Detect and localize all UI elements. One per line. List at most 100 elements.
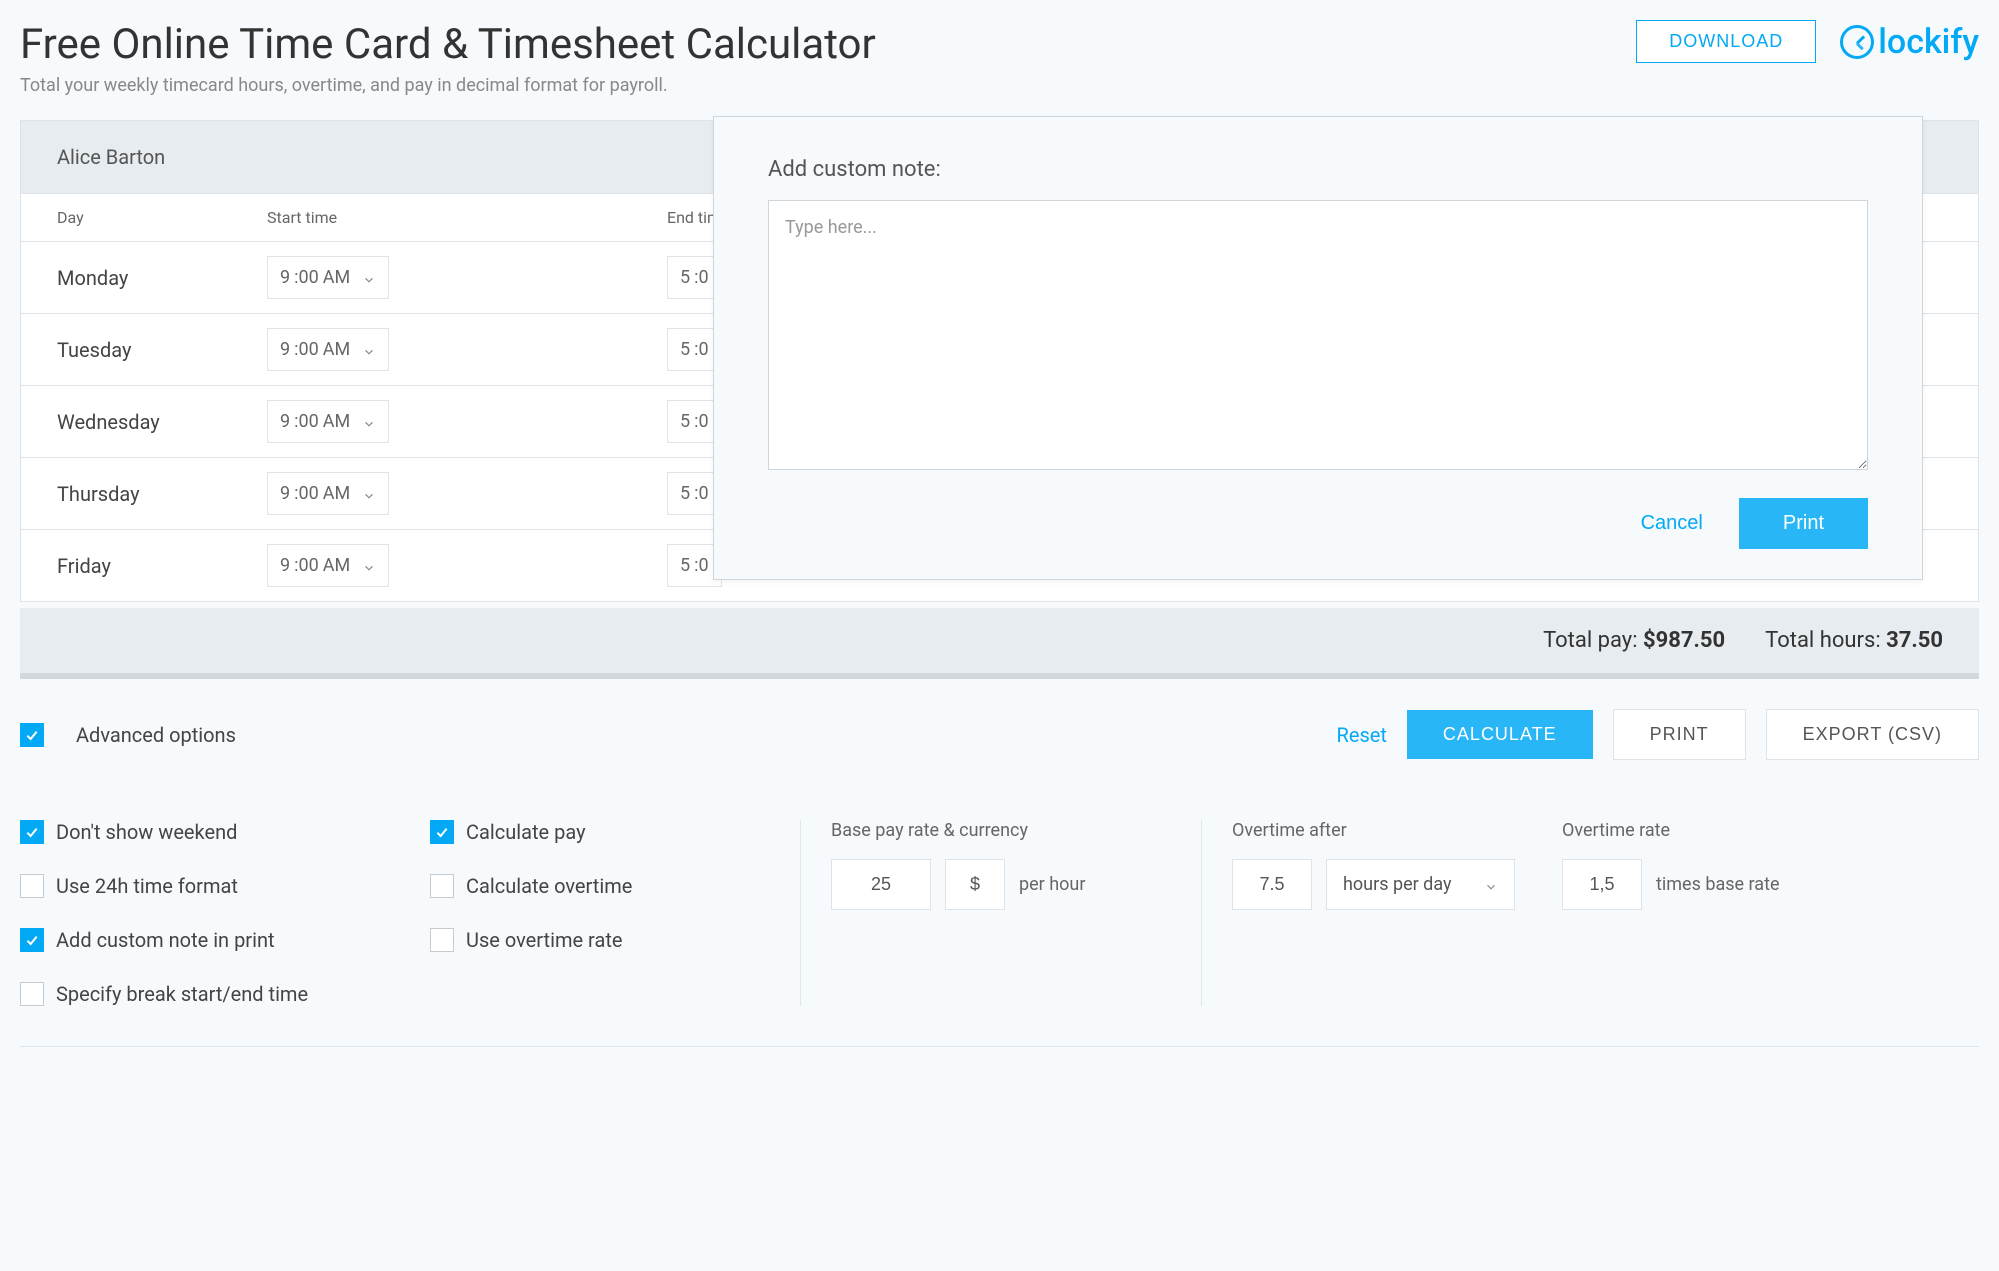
use-24h-label: Use 24h time format [56,874,238,898]
modal-title: Add custom note: [768,157,1868,182]
base-rate-input[interactable] [831,859,931,910]
hour-value: 5 [680,555,690,576]
use-overtime-rate-label: Use overtime rate [466,928,622,952]
chevron-down-icon [1484,878,1498,892]
calculate-pay-label: Calculate pay [466,820,586,844]
base-rate-label: Base pay rate & currency [831,820,1171,841]
calculate-overtime-label: Calculate overtime [466,874,632,898]
day-label: Wednesday [57,410,267,434]
check-icon [24,824,40,840]
specify-break-label: Specify break start/end time [56,982,308,1006]
custom-note-modal: Add custom note: Cancel Print [713,116,1923,580]
hour-value: 5 [680,411,690,432]
minute-value: :0 [694,483,708,504]
dont-show-weekend-checkbox[interactable] [20,820,44,844]
use-24h-checkbox[interactable] [20,874,44,898]
brand-text: lockify [1878,22,1979,62]
ampm-value: AM [323,339,350,360]
ampm-value: AM [323,555,350,576]
hour-value: 9 [280,267,290,288]
check-icon [24,727,40,743]
advanced-options-panel: Don't show weekend Use 24h time format A… [20,820,1979,1047]
calculate-button[interactable]: CALCULATE [1407,710,1593,759]
page-subtitle: Total your weekly timecard hours, overti… [20,75,876,96]
total-hours-value: 37.50 [1886,628,1943,653]
minute-value: :0 [694,411,708,432]
add-note-checkbox[interactable] [20,928,44,952]
col-start: Start time [267,208,667,227]
hour-value: 5 [680,483,690,504]
check-icon [434,824,450,840]
dont-show-weekend-label: Don't show weekend [56,820,237,844]
use-overtime-rate-checkbox[interactable] [430,928,454,952]
ampm-value: AM [323,267,350,288]
ot-rate-input[interactable] [1562,859,1642,910]
ot-rate-suffix: times base rate [1656,874,1780,895]
total-pay-label: Total pay: [1543,628,1637,653]
day-label: Monday [57,266,267,290]
minute-value: :00 [294,555,319,576]
topbar: Free Online Time Card & Timesheet Calcul… [20,20,1979,96]
hour-value: 9 [280,339,290,360]
advanced-options-label: Advanced options [76,723,236,747]
col-day: Day [57,208,267,227]
minute-value: :00 [294,483,319,504]
start-time-input[interactable]: 9 :00 AM [267,256,389,299]
actions-row: Advanced options Reset CALCULATE PRINT E… [20,709,1979,760]
start-time-input[interactable]: 9 :00 AM [267,544,389,587]
reset-link[interactable]: Reset [1337,723,1387,747]
ot-after-label: Overtime after [1232,820,1532,841]
advanced-options-checkbox[interactable] [20,723,44,747]
start-time-input[interactable]: 9 :00 AM [267,472,389,515]
hour-value: 5 [680,339,690,360]
ot-after-unit-value: hours per day [1343,874,1452,895]
page-title: Free Online Time Card & Timesheet Calcul… [20,20,876,69]
ot-after-input[interactable] [1232,859,1312,910]
calculate-pay-checkbox[interactable] [430,820,454,844]
download-button[interactable]: DOWNLOAD [1636,20,1816,63]
ampm-value: AM [323,411,350,432]
total-hours-label: Total hours: [1765,628,1881,653]
chevron-down-icon [362,487,376,501]
minute-value: :00 [294,267,319,288]
total-pay-value: $987.50 [1643,628,1725,653]
currency-input[interactable] [945,859,1005,910]
hour-value: 9 [280,411,290,432]
separator [20,673,1979,679]
calculate-overtime-checkbox[interactable] [430,874,454,898]
chevron-down-icon [362,415,376,429]
hour-value: 9 [280,483,290,504]
minute-value: :0 [694,555,708,576]
clock-icon [1840,25,1874,59]
minute-value: :0 [694,339,708,360]
modal-print-button[interactable]: Print [1739,498,1868,549]
minute-value: :00 [294,339,319,360]
add-note-label: Add custom note in print [56,928,275,952]
note-textarea[interactable] [768,200,1868,470]
day-label: Tuesday [57,338,267,362]
hour-value: 9 [280,555,290,576]
clockify-logo: lockify [1840,22,1979,62]
start-time-input[interactable]: 9 :00 AM [267,328,389,371]
minute-value: :00 [294,411,319,432]
start-time-input[interactable]: 9 :00 AM [267,400,389,443]
ampm-value: AM [323,483,350,504]
print-button[interactable]: PRINT [1613,709,1746,760]
divider [800,820,801,1006]
check-icon [24,932,40,948]
export-csv-button[interactable]: EXPORT (CSV) [1766,709,1979,760]
day-label: Friday [57,554,267,578]
ot-after-unit-select[interactable]: hours per day [1326,859,1515,910]
specify-break-checkbox[interactable] [20,982,44,1006]
day-label: Thursday [57,482,267,506]
chevron-down-icon [362,559,376,573]
hour-value: 5 [680,267,690,288]
ot-rate-label: Overtime rate [1562,820,1780,841]
per-hour-text: per hour [1019,874,1085,895]
cancel-button[interactable]: Cancel [1641,512,1703,535]
chevron-down-icon [362,343,376,357]
minute-value: :0 [694,267,708,288]
totals-bar: Total pay: $987.50 Total hours: 37.50 [20,608,1979,673]
divider [1201,820,1202,1006]
chevron-down-icon [362,271,376,285]
